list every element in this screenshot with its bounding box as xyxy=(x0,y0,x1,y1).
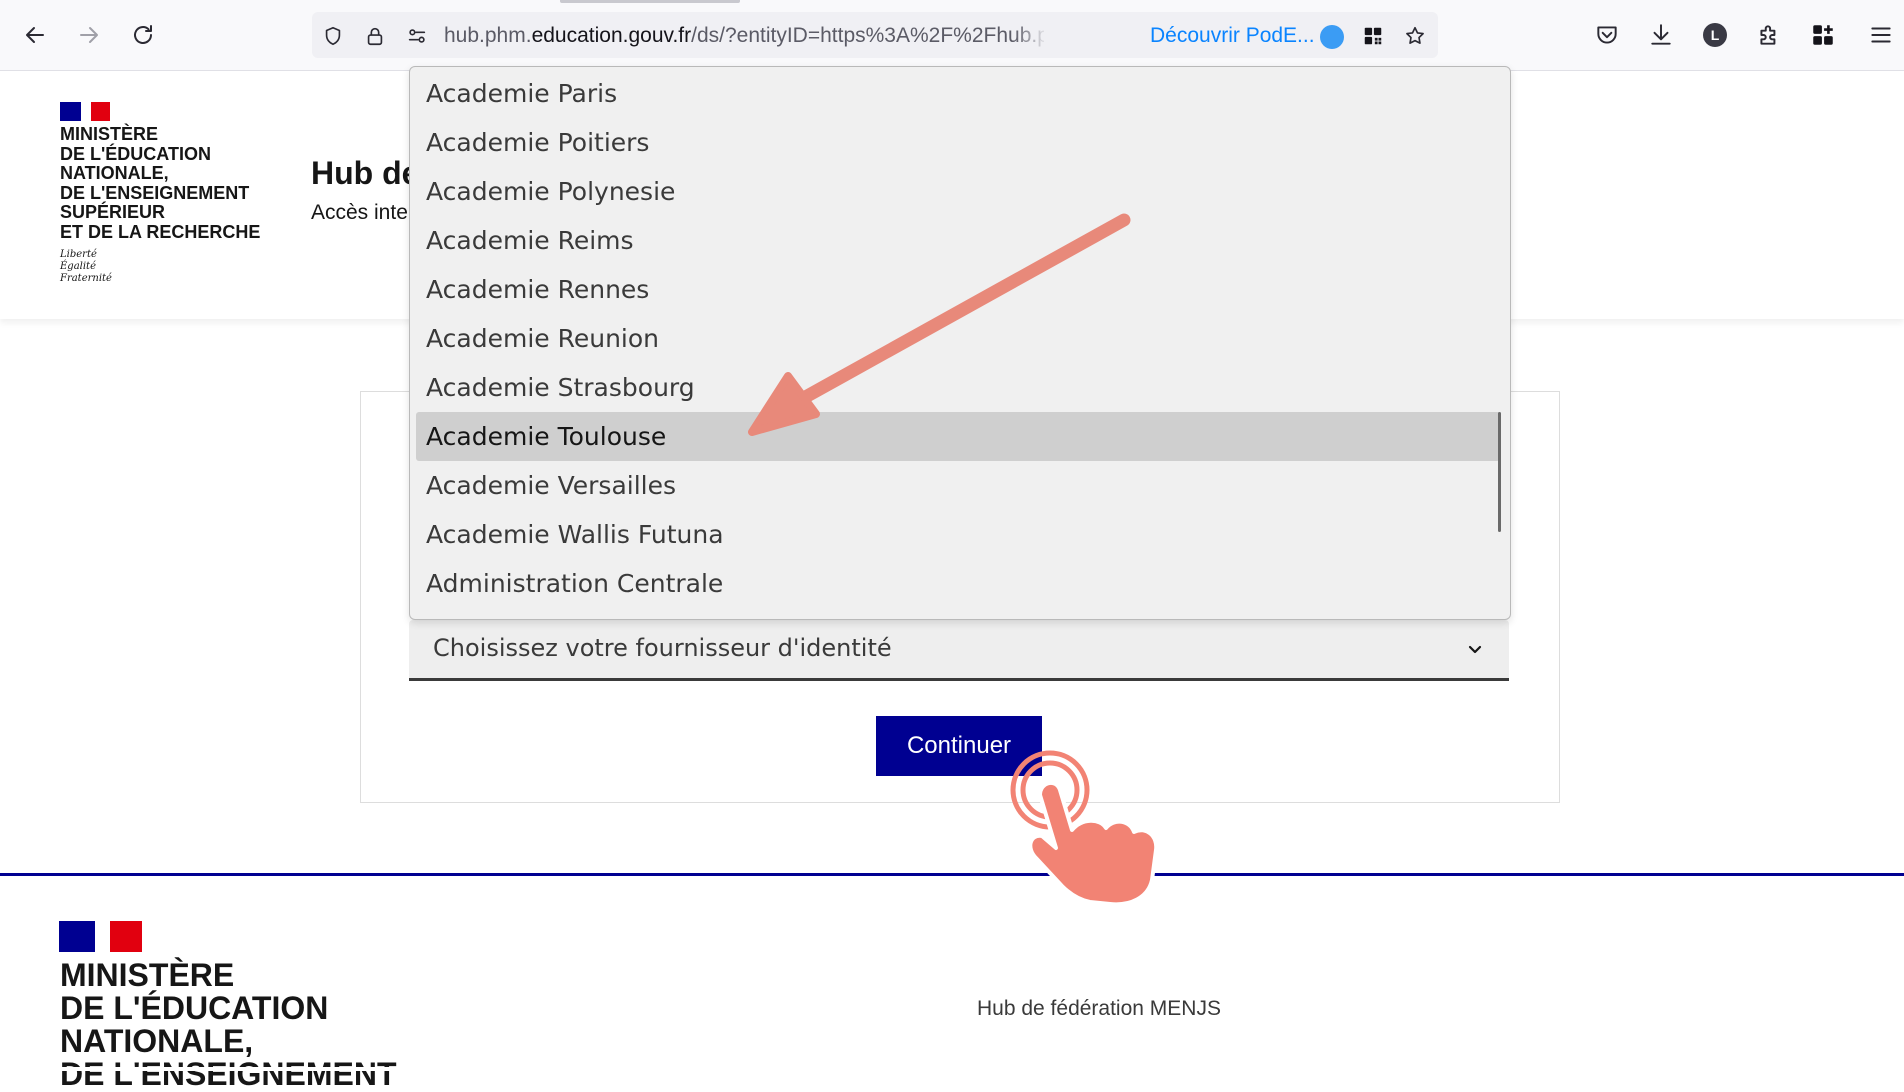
dropdown-option[interactable]: Academie Wallis Futuna xyxy=(416,510,1500,559)
reload-icon xyxy=(134,25,152,44)
shield-icon[interactable] xyxy=(320,23,346,49)
footer-hub-label: Hub de fédération MENJS xyxy=(977,997,1221,1020)
reload-button[interactable] xyxy=(126,18,160,52)
dropdown-option[interactable]: Academie Versailles xyxy=(416,461,1500,510)
menu-hamburger-icon[interactable] xyxy=(1864,18,1898,52)
bookmark-star-icon[interactable] xyxy=(1402,23,1428,49)
apps-grid-icon[interactable] xyxy=(1806,18,1840,52)
idp-select-placeholder: Choisissez votre fournisseur d'identité xyxy=(433,634,892,662)
extensions-puzzle-icon[interactable] xyxy=(1752,18,1786,52)
dropdown-scrollbar[interactable] xyxy=(1498,412,1501,532)
download-icon[interactable] xyxy=(1644,18,1678,52)
republic-motto: Liberté Égalité Fraternité xyxy=(60,249,112,284)
url-host: education.gouv.fr xyxy=(531,24,692,47)
browser-toolbar: hub.phm.education.gouv.fr/ds/?entityID=h… xyxy=(0,0,1904,71)
account-avatar[interactable]: L xyxy=(1698,18,1732,52)
republique-flag-logo xyxy=(60,102,110,121)
chevron-down-icon xyxy=(1468,645,1482,654)
dropdown-option[interactable]: Academie Reunion xyxy=(416,314,1500,363)
tab-indicator xyxy=(560,0,740,3)
back-button[interactable] xyxy=(18,18,52,52)
lock-icon[interactable] xyxy=(362,23,388,49)
continue-button[interactable]: Continuer xyxy=(876,716,1042,776)
extension-dot-icon[interactable] xyxy=(1320,25,1344,49)
account-initial: L xyxy=(1703,23,1727,47)
dropdown-option[interactable]: Academie Rennes xyxy=(416,265,1500,314)
dropdown-option[interactable]: Academie Paris xyxy=(416,69,1500,118)
dropdown-option-selected[interactable]: Academie Toulouse xyxy=(416,412,1500,461)
address-bar[interactable]: hub.phm.education.gouv.fr/ds/?entityID=h… xyxy=(312,12,1438,58)
dropdown-option[interactable]: Academie Strasbourg xyxy=(416,363,1500,412)
service-title: Hub de xyxy=(311,155,420,191)
dropdown-option[interactable]: Academie Polynesie xyxy=(416,167,1500,216)
url-path: /ds/?entityID=https%3A%2F%2Fhub.phm.educ… xyxy=(691,24,1044,47)
pocket-icon[interactable] xyxy=(1590,18,1624,52)
idp-dropdown-list[interactable]: Academie Paris Academie Poitiers Academi… xyxy=(409,66,1511,620)
qr-code-icon[interactable] xyxy=(1360,23,1386,49)
dropdown-option[interactable]: Academie Reims xyxy=(416,216,1500,265)
back-arrow-icon xyxy=(26,27,44,43)
footer-ministry-name: MINISTÈRE DE L'ÉDUCATION NATIONALE, DE L… xyxy=(60,957,397,1092)
forward-arrow-icon xyxy=(80,27,98,43)
dropdown-options: Academie Paris Academie Poitiers Academi… xyxy=(416,69,1500,608)
promo-link[interactable]: Découvrir PodE... xyxy=(1150,23,1315,49)
idp-select[interactable]: Choisissez votre fournisseur d'identité xyxy=(409,620,1509,681)
footer-republique-flag-logo xyxy=(59,921,142,952)
forward-button[interactable] xyxy=(72,18,106,52)
dropdown-option[interactable]: Academie Poitiers xyxy=(416,118,1500,167)
url-host-prefix: hub.phm. xyxy=(444,24,532,47)
footer-divider xyxy=(0,873,1904,876)
url-text[interactable]: hub.phm.education.gouv.fr/ds/?entityID=h… xyxy=(444,23,1044,49)
permissions-icon[interactable] xyxy=(404,23,430,49)
service-tagline: Accès inte xyxy=(311,201,408,224)
ministry-name: MINISTÈRE DE L'ÉDUCATION NATIONALE, DE L… xyxy=(60,124,261,242)
dropdown-option[interactable]: Administration Centrale xyxy=(416,559,1500,608)
